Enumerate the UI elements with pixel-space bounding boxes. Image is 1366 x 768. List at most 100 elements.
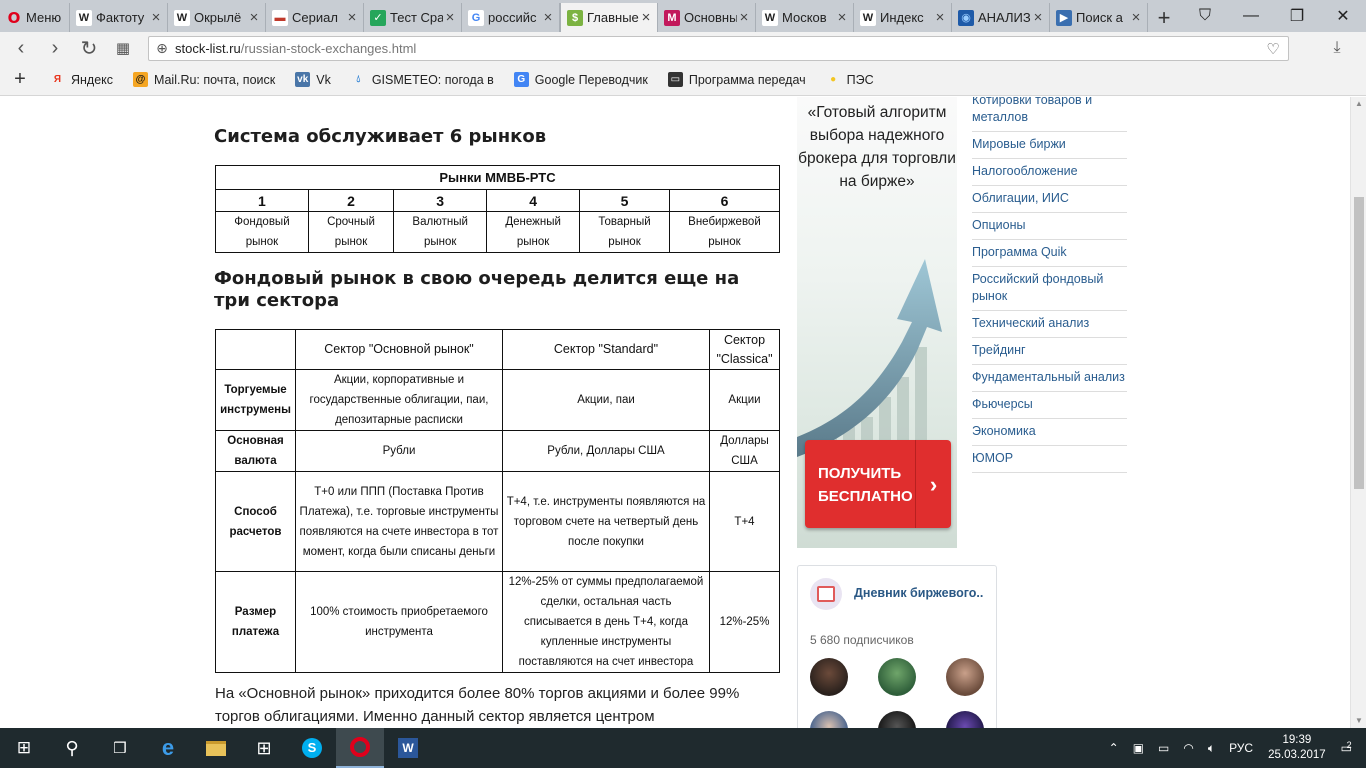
category-link[interactable]: Фьючерсы [972, 392, 1127, 419]
clock-time: 19:39 [1282, 734, 1312, 746]
speed-dial-button[interactable]: ▦ [106, 32, 140, 64]
browser-tab[interactable]: ✓ Тест Сра × [364, 3, 462, 32]
bookmark-favicon-icon: vk [295, 72, 311, 87]
tab-close-icon[interactable]: × [247, 9, 261, 26]
category-link[interactable]: Технический анализ [972, 311, 1127, 338]
skype-taskbar-button[interactable]: S [288, 728, 336, 768]
member-avatar[interactable] [810, 658, 848, 696]
member-avatar[interactable] [878, 711, 916, 728]
word-icon: W [398, 738, 418, 758]
market-number-cell: 5 [579, 189, 670, 212]
bookmark-item[interactable]: ▭ Программа передач [667, 72, 806, 87]
community-title[interactable]: Дневник биржевого.. [854, 586, 983, 600]
word-taskbar-button[interactable]: W [384, 728, 432, 768]
tab-menu-button[interactable]: ⛉ [1182, 0, 1228, 32]
store-taskbar-button[interactable]: ⊞ [240, 728, 288, 768]
category-link[interactable]: Фундаментальный анализ [972, 365, 1127, 392]
category-link[interactable]: Экономика [972, 419, 1127, 446]
start-button[interactable]: ⊞ [0, 728, 48, 768]
browser-tab[interactable]: $ Главные × [560, 3, 658, 32]
bookmark-favicon-icon: ● [830, 74, 837, 85]
battery-icon[interactable]: ▭ [1158, 741, 1169, 755]
explorer-taskbar-button[interactable] [192, 728, 240, 768]
tab-label: Главные [587, 10, 639, 25]
close-icon: ✕ [1336, 8, 1350, 25]
category-link[interactable]: Облигации, ИИС [972, 186, 1127, 213]
tab-close-icon[interactable]: × [541, 9, 555, 26]
tab-close-icon[interactable]: × [149, 9, 163, 26]
category-link[interactable]: Котировки товаров и металлов [972, 97, 1127, 132]
browser-tab[interactable]: W Индекс × [854, 3, 952, 32]
bookmark-item[interactable]: Я Яндекс [50, 72, 113, 87]
browser-tab[interactable]: ▶ Поиск а × [1050, 3, 1148, 32]
wifi-icon[interactable]: ◠ [1183, 741, 1193, 755]
clock[interactable]: 19:39 25.03.2017 [1268, 733, 1326, 763]
chevron-up-icon[interactable]: ⌃ [1109, 741, 1119, 755]
tab-close-icon[interactable]: × [639, 9, 653, 26]
bookmark-item[interactable]: G Google Переводчик [513, 72, 648, 87]
bookmark-item[interactable]: 💧︎ GISMETEO: погода в [351, 72, 493, 87]
table-cell: Доллары США [709, 430, 780, 472]
close-window-button[interactable]: ✕ [1320, 0, 1366, 32]
tab-close-icon[interactable]: × [1031, 9, 1045, 26]
market-number-cell: 4 [486, 189, 581, 212]
member-avatar[interactable] [878, 658, 916, 696]
forward-button[interactable]: › [38, 32, 72, 64]
download-button[interactable]: ⤓ [1320, 32, 1354, 64]
bookmark-item[interactable]: vk Vk [295, 72, 331, 87]
volume-icon[interactable]: 🔈︎ [1208, 741, 1215, 756]
back-button[interactable]: ‹ [4, 32, 38, 64]
search-button[interactable]: ⚲ [48, 728, 96, 768]
bookmark-favicon-icon: ▭ [667, 72, 683, 87]
category-link[interactable]: Опционы [972, 213, 1127, 240]
community-avatar[interactable] [810, 578, 842, 610]
category-link[interactable]: ЮМОР [972, 446, 1127, 473]
tab-close-icon[interactable]: × [345, 9, 359, 26]
member-avatar[interactable] [946, 711, 984, 728]
edge-taskbar-button[interactable]: e [144, 728, 192, 768]
market-number-cell: 2 [307, 189, 395, 212]
get-free-button[interactable]: ПОЛУЧИТЬ БЕСПЛАТНО › [805, 440, 951, 528]
scrollbar-thumb[interactable] [1354, 197, 1364, 489]
browser-tab[interactable]: W Фактоту × [70, 3, 168, 32]
tab-close-icon[interactable]: × [443, 9, 457, 26]
browser-tab[interactable]: Gроссийс × [462, 3, 560, 32]
tab-close-icon[interactable]: × [933, 9, 947, 26]
opera-taskbar-button[interactable] [336, 728, 384, 768]
promo-banner[interactable]: «Готовый алгоритм выбора надежного броке… [797, 97, 957, 548]
table-cell: Акции, корпоративные и государственные о… [295, 369, 503, 431]
reload-button[interactable]: ↻ [72, 32, 106, 64]
network-app-icon[interactable]: ▣ [1133, 741, 1144, 755]
heart-icon[interactable]: ♡ [1258, 40, 1288, 58]
bookmark-item[interactable]: ● ПЭС [826, 72, 874, 87]
url-field[interactable]: ⊕ stock-list.ru/russian-stock-exchanges.… [148, 36, 1289, 61]
category-link[interactable]: Налогообложение [972, 159, 1127, 186]
tab-close-icon[interactable]: × [835, 9, 849, 26]
restore-button[interactable]: ❐ [1274, 0, 1320, 32]
scroll-down-icon[interactable]: ▼ [1351, 714, 1366, 728]
browser-tab[interactable]: W Москов × [756, 3, 854, 32]
tab-close-icon[interactable]: × [737, 9, 751, 26]
browser-tab[interactable]: ▬ Сериал × [266, 3, 364, 32]
browser-tab[interactable]: W Окрылё × [168, 3, 266, 32]
scroll-up-icon[interactable]: ▲ [1351, 97, 1366, 111]
bookmark-item[interactable]: @ Mail.Ru: почта, поиск [133, 72, 275, 87]
browser-tab[interactable]: M Основны × [658, 3, 756, 32]
browser-tab[interactable]: ◉ АНАЛИЗ × [952, 3, 1050, 32]
action-center-button[interactable]: ▭ 2 [1341, 740, 1352, 755]
category-link[interactable]: Программа Quik [972, 240, 1127, 267]
member-avatar[interactable] [946, 658, 984, 696]
add-bookmark-button[interactable]: + [0, 68, 40, 91]
language-indicator[interactable]: РУС [1229, 741, 1253, 755]
tab-close-icon[interactable]: × [1129, 9, 1143, 26]
table-cell: 12%-25% от суммы предполагаемой сделки, … [502, 571, 710, 673]
category-link[interactable]: Трейдинг [972, 338, 1127, 365]
new-tab-button[interactable]: + [1148, 3, 1180, 32]
task-view-button[interactable]: ❒ [96, 728, 144, 768]
opera-menu-button[interactable]: O Меню [0, 3, 70, 32]
member-avatar[interactable] [810, 711, 848, 728]
minimize-button[interactable]: — [1228, 0, 1274, 32]
page-scrollbar[interactable]: ▲ ▼ [1350, 97, 1366, 728]
category-link[interactable]: Мировые биржи [972, 132, 1127, 159]
category-link[interactable]: Российский фондовый рынок [972, 267, 1127, 311]
